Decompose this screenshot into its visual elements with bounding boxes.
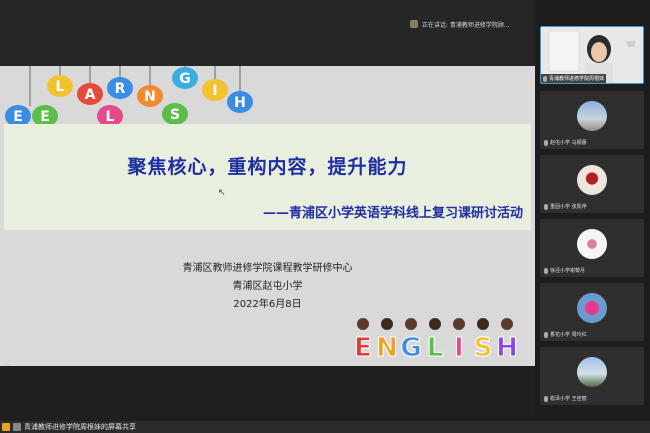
participant-label: 香花小学 周玲红 [544,331,587,338]
balloon-letter: I [212,83,217,99]
kids-english-illustration: ENGLISH [354,318,518,364]
participant-label: 崧泽小学 王佳丽 [544,395,587,402]
speaking-indicator: 正在讲话: 青浦教师进修学院顾... [410,18,510,30]
mouse-cursor-icon: ↖ [218,188,226,198]
avatar [577,165,607,195]
bottom-area [0,366,535,422]
avatar [577,229,607,259]
slide-subtitle: ——青浦区小学英语学科线上复习课研讨活动 [262,206,523,221]
balloon-letter: A [85,87,96,103]
participant-label: 重固小学 张凯萍 [544,203,587,210]
balloon-letter: G [179,71,191,87]
speaker-avatar [410,20,418,28]
avatar [577,357,607,387]
kid-letter: E [354,333,372,363]
shared-slide: ELEARNGLISH 聚焦核心，重构内容，提升能力 ——青浦区小学英语学科线上… [0,66,535,366]
status-bar: 青浦教师进修学院周根妹的屏幕共享 [0,421,650,433]
participant-tile[interactable]: 重固小学 张凯萍 [540,155,644,213]
balloon-letter: S [170,107,180,123]
kid-letter: N [376,333,398,363]
balloon-letter: R [115,81,126,97]
participant-tile[interactable]: 香花小学 周玲红 [540,283,644,341]
screen-share-text: 青浦教师进修学院周根妹的屏幕共享 [24,423,136,431]
participant-sidebar: 青浦教师进修学院周根妹 赵屯小学 马顺蕾 重固小学 张凯萍 徐泾小学谢黎月 香花… [535,0,650,421]
organizer-line: 青浦区教师进修学院课程教学研修中心 [182,263,353,274]
kid-head [357,318,369,330]
kid-head [501,318,513,330]
share-icon [2,423,10,431]
mic-icon [544,395,548,402]
mic-icon [544,139,548,146]
balloon-letter: L [106,109,115,125]
school-line: 青浦区赵屯小学 [232,281,303,292]
mic-icon [544,267,548,274]
top-bar: 正在讲话: 青浦教师进修学院顾... [0,0,535,66]
meeting-window: 正在讲话: 青浦教师进修学院顾... ELEARNGLISH 聚焦核心，重构内容… [0,0,650,433]
kid-letter: H [496,333,518,363]
balloon-letter: N [144,89,156,105]
participant-label: 赵屯小学 马顺蕾 [544,139,587,146]
date-line: 2022年6月8日 [233,299,302,310]
participant-label: 青浦教师进修学院周根妹 [541,74,607,83]
balloon-letter: E [13,109,23,125]
kid-head [405,318,417,330]
participant-tile-active[interactable]: 青浦教师进修学院周根妹 [540,26,644,84]
kid-head [477,318,489,330]
speaking-text: 正在讲话: 青浦教师进修学院顾... [422,21,510,29]
participant-tile[interactable]: 赵屯小学 马顺蕾 [540,91,644,149]
participant-tile[interactable]: 徐泾小学谢黎月 [540,219,644,277]
mic-icon [544,203,548,210]
avatar [577,101,607,131]
screen-icon [13,423,21,431]
title-band: 聚焦核心，重构内容，提升能力 ——青浦区小学英语学科线上复习课研讨活动 [4,124,531,230]
kid-letter: S [474,333,493,363]
kid-head [429,318,441,330]
kid-head [453,318,465,330]
mic-icon [543,75,547,82]
kid-letter: L [427,333,444,363]
kid-letter: G [400,333,421,363]
balloon-letter: H [234,95,246,111]
slide-title: 聚焦核心，重构内容，提升能力 [127,156,408,178]
participant-tile[interactable]: 崧泽小学 王佳丽 [540,347,644,405]
kid-letter: I [454,333,464,363]
balloon-letter: L [56,79,65,95]
balloon-letter: E [40,109,50,125]
participant-label: 徐泾小学谢黎月 [544,267,585,274]
avatar [577,293,607,323]
learn-english-balloons: ELEA R NGLISH [5,66,253,126]
mic-icon [544,331,548,338]
kid-head [381,318,393,330]
